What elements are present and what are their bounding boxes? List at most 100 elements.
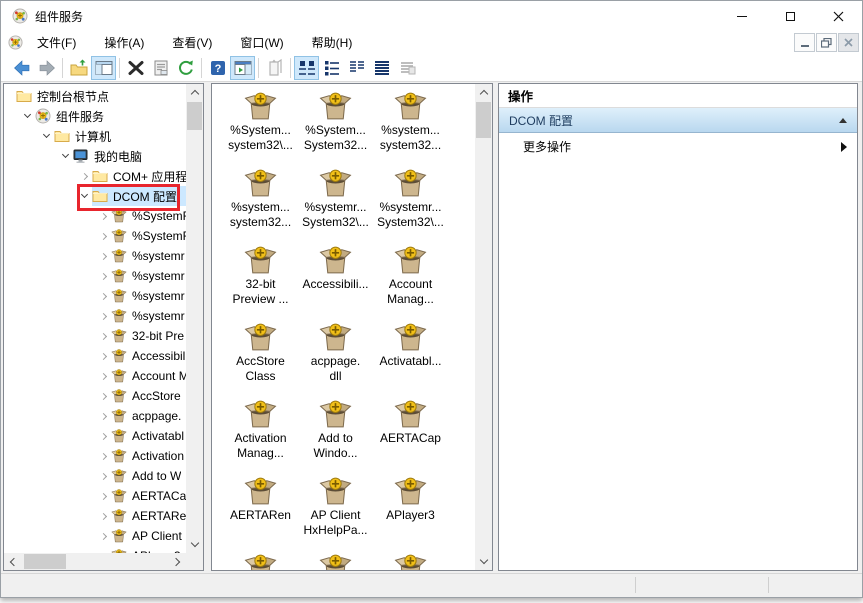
chevron-icon[interactable] [96,394,111,399]
chevron-icon[interactable] [96,214,111,219]
chevron-icon[interactable] [96,434,111,439]
tree-item[interactable]: 计算机 [4,126,186,146]
chevron-icon[interactable] [96,514,111,519]
view-details-button[interactable] [369,56,394,80]
mdi-minimize-button[interactable] [794,33,815,52]
tree-horizontal-scrollbar[interactable] [4,553,186,570]
scroll-down-button[interactable] [475,553,492,570]
chevron-icon[interactable] [58,155,73,157]
tree-item[interactable]: AERTARen [4,506,186,526]
chevron-icon[interactable] [96,334,111,339]
chevron-icon[interactable] [96,354,111,359]
view-list-button[interactable] [344,56,369,80]
chevron-icon[interactable] [96,254,111,259]
tree-item-body[interactable]: 我的电脑 [73,146,186,166]
tree-item-body[interactable]: 组件服务 [35,106,186,126]
scroll-thumb[interactable] [187,102,202,130]
scroll-down-button[interactable] [186,536,203,553]
view-customize-button[interactable] [394,56,419,80]
component-item[interactable]: Account Manag... [373,242,448,319]
tree-item-body[interactable]: COM+ 应用程序 [92,166,186,186]
menu-help[interactable]: 帮助(H) [298,31,367,54]
scroll-left-button[interactable] [4,553,21,570]
scroll-right-button[interactable] [169,553,186,570]
tree-item-body[interactable]: %SystemR [111,206,186,226]
collapse-icon[interactable] [839,118,847,123]
tree-item[interactable]: Add to W [4,466,186,486]
mdi-close-button[interactable] [838,33,859,52]
tree-item-body[interactable]: 32-bit Pre [111,326,186,346]
chevron-icon[interactable] [96,474,111,479]
tree-item-body[interactable]: AP Client [111,526,186,546]
action-section-dcom-config[interactable]: DCOM 配置 [499,108,857,133]
component-item[interactable]: %systemr... System32\... [373,165,448,242]
tree-item-body[interactable]: acppage. [111,406,186,426]
chevron-icon[interactable] [96,274,111,279]
tree-item[interactable]: %systemr [4,286,186,306]
component-item[interactable]: AccStore Class [223,319,298,396]
tree-item-body[interactable]: 计算机 [54,126,186,146]
tree-item-body[interactable]: Activation [111,446,186,466]
properties-button[interactable] [148,56,173,80]
chevron-icon[interactable] [96,414,111,419]
chevron-icon[interactable] [96,534,111,539]
tree-item-body[interactable]: %SystemR [111,226,186,246]
component-item[interactable] [223,550,298,570]
mdi-restore-button[interactable] [816,33,837,52]
tree-item[interactable]: AERTACap [4,486,186,506]
component-item[interactable]: APlayer3 [373,473,448,550]
tree-item-body[interactable]: %systemr [111,266,186,286]
tree-item-body[interactable]: AERTARen [111,506,186,526]
tree-item[interactable]: acppage. [4,406,186,426]
tree-item-body[interactable]: Add to W [111,466,186,486]
delete-button[interactable] [123,56,148,80]
tree-item-body[interactable]: DCOM 配置 [92,186,186,206]
component-item[interactable]: Activatabl... [373,319,448,396]
tree-item[interactable]: %SystemR [4,226,186,246]
tree-item[interactable]: AccStore [4,386,186,406]
tree-item[interactable]: %systemr [4,306,186,326]
tree-item-body[interactable]: AERTACap [111,486,186,506]
tree-item[interactable]: APlayer3 [4,546,186,553]
show-action-pane-button[interactable] [230,56,255,80]
tree-item[interactable]: AP Client [4,526,186,546]
export-list-button[interactable] [262,56,287,80]
component-item[interactable]: Add to Windo... [298,396,373,473]
tree-item[interactable]: Activatabl [4,426,186,446]
tree-item[interactable]: 32-bit Pre [4,326,186,346]
refresh-button[interactable] [173,56,198,80]
scroll-up-button[interactable] [186,84,203,101]
tree-item[interactable]: Accessibil [4,346,186,366]
up-one-level-button[interactable] [66,56,91,80]
component-item[interactable]: %System... system32\... [223,88,298,165]
chevron-icon[interactable] [96,454,111,459]
tree-item[interactable]: COM+ 应用程序 [4,166,186,186]
component-item[interactable]: AERTARen [223,473,298,550]
chevron-icon[interactable] [96,294,111,299]
tree-item-body[interactable]: 控制台根节点 [16,86,186,106]
component-item[interactable]: AERTACap [373,396,448,473]
tree-item[interactable]: %SystemR [4,206,186,226]
menu-window[interactable]: 窗口(W) [226,31,297,54]
component-item[interactable]: %System... System32... [298,88,373,165]
tree-item-body[interactable]: Account M [111,366,186,386]
tree-item[interactable]: 组件服务 [4,106,186,126]
title-bar[interactable]: 组件服务 [1,1,862,31]
menu-action[interactable]: 操作(A) [90,31,158,54]
component-item[interactable] [298,550,373,570]
component-item[interactable]: Accessibili... [298,242,373,319]
tree-item-body[interactable]: %systemr [111,246,186,266]
menu-view[interactable]: 查看(V) [158,31,226,54]
tree-item-body[interactable]: Activatabl [111,426,186,446]
tree-item[interactable]: %systemr [4,266,186,286]
tree-item-body[interactable]: APlayer3 [111,546,186,553]
component-item[interactable]: %system... system32... [223,165,298,242]
chevron-icon[interactable] [77,174,92,179]
view-small-icons-button[interactable] [319,56,344,80]
chevron-icon[interactable] [96,374,111,379]
menu-file[interactable]: 文件(F) [23,31,90,54]
component-item[interactable]: %systemr... System32\... [298,165,373,242]
close-button[interactable] [814,1,862,31]
tree-item[interactable]: %systemr [4,246,186,266]
chevron-icon[interactable] [39,135,54,137]
